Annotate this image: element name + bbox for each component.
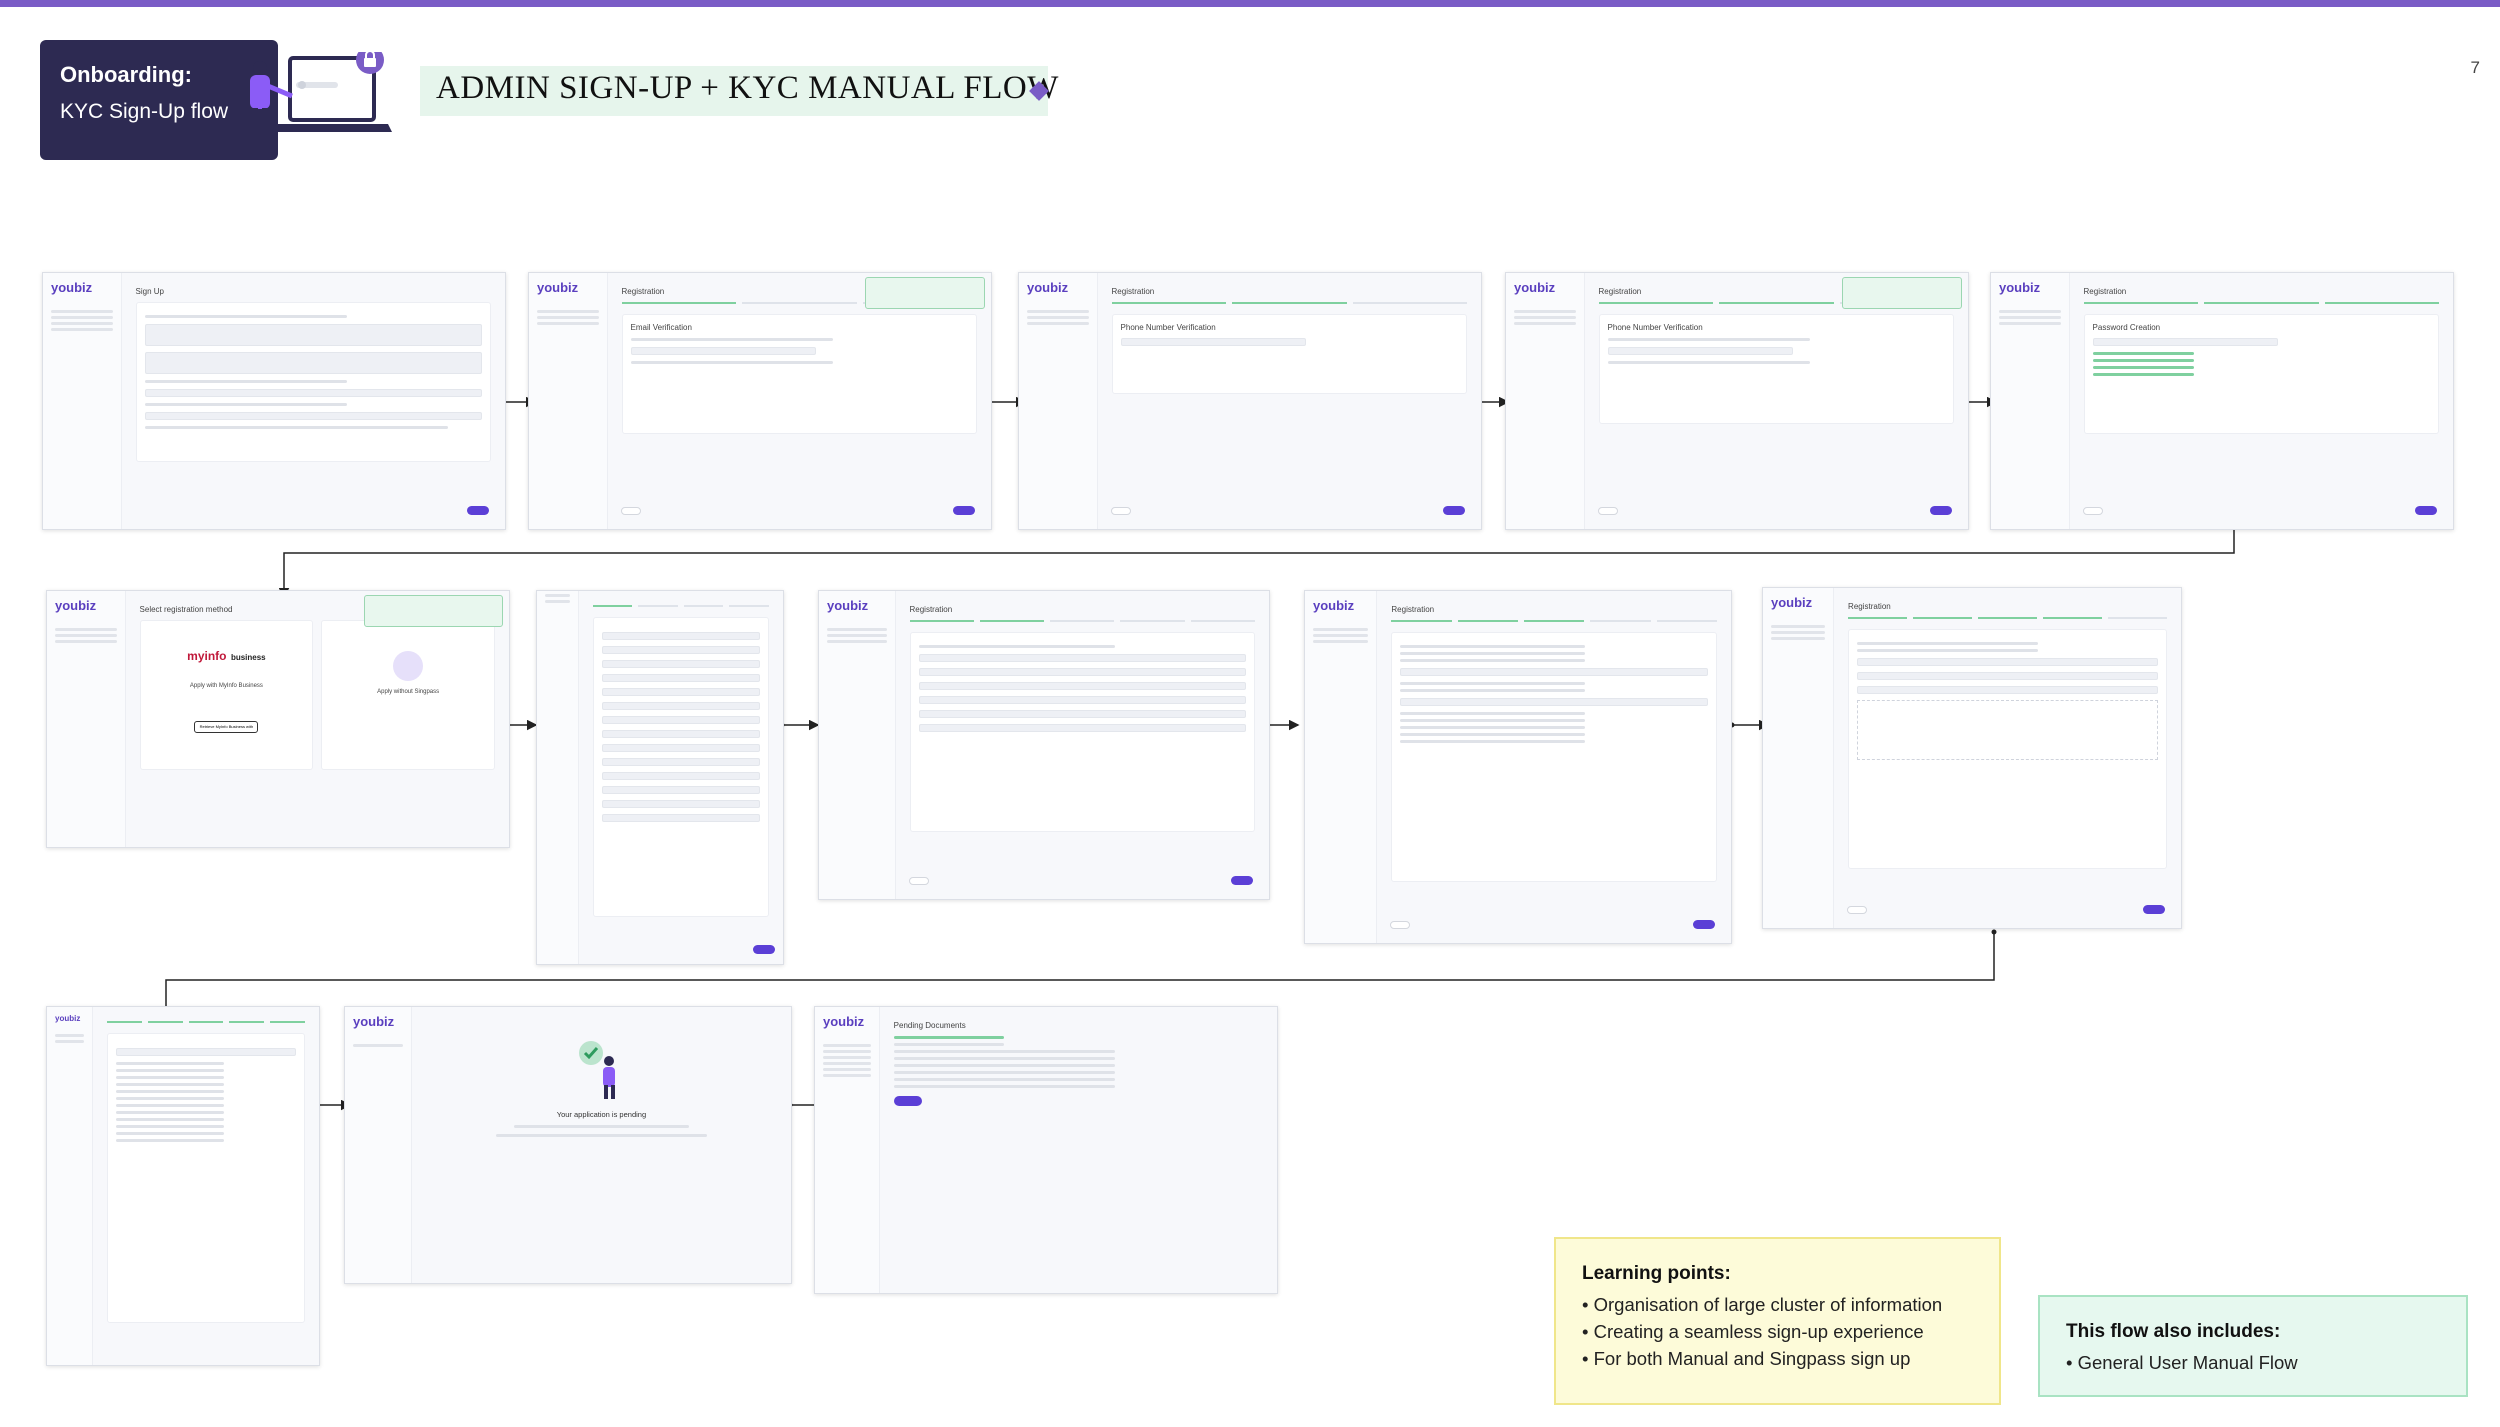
back-button[interactable] [909, 877, 929, 885]
screen-upload-documents[interactable]: youbiz Registration [1762, 587, 2182, 929]
screen-business-details[interactable] [536, 590, 784, 965]
next-button[interactable] [1693, 920, 1715, 929]
back-button[interactable] [2083, 507, 2104, 515]
learning-item: • Creating a seamless sign-up experience [1582, 1321, 1924, 1342]
sign-up-heading: Sign Up [135, 287, 164, 296]
learning-points-note: Learning points: • Organisation of large… [1554, 1237, 2001, 1405]
also-includes-note: This flow also includes: • General User … [2038, 1295, 2468, 1397]
screen-select-method[interactable]: youbiz Select registration method myinfo… [46, 590, 510, 848]
also-item: • General User Manual Flow [2066, 1352, 2298, 1373]
next-button[interactable] [1231, 876, 1253, 885]
learning-item: • Organisation of large cluster of infor… [1582, 1294, 1943, 1315]
pending-title: Your application is pending [556, 1110, 647, 1119]
back-button[interactable] [1111, 507, 1132, 515]
submit-button[interactable] [2143, 905, 2165, 914]
back-button[interactable] [1390, 921, 1411, 929]
singpass-option[interactable]: myinfo business Apply with MyInfo Busine… [139, 620, 314, 770]
next-button[interactable] [753, 945, 775, 954]
screen-kyc-details[interactable]: youbiz Registration [818, 590, 1270, 900]
screen-phone-otp[interactable]: youbiz Registration Phone Number Verific… [1505, 272, 1969, 530]
next-button[interactable] [953, 506, 975, 515]
screen-declaration[interactable]: youbiz Registration [1304, 590, 1732, 944]
screen-application-pending[interactable]: youbiz Your application is pending [344, 1006, 792, 1284]
screen-pending-documents[interactable]: youbiz Pending Documents [814, 1006, 1278, 1294]
next-button[interactable] [1930, 506, 1952, 515]
success-toast [364, 595, 503, 627]
next-button[interactable] [1443, 506, 1465, 515]
screen-email-verification[interactable]: youbiz Registration Email Verification [528, 272, 992, 530]
upload-button[interactable] [893, 1096, 922, 1106]
back-button[interactable] [1846, 906, 1867, 914]
pending-docs-heading: Pending Documents [893, 1021, 966, 1030]
screen-phone-number[interactable]: youbiz Registration Phone Number Verific… [1018, 272, 1482, 530]
success-toast [864, 277, 985, 309]
singpass-button[interactable]: Retrieve MyInfo Business with Singpass [194, 721, 259, 733]
back-button[interactable] [1598, 507, 1619, 515]
learning-item: • For both Manual and Singpass sign up [1582, 1348, 1911, 1369]
manual-option[interactable]: Apply without Singpass [321, 620, 495, 770]
success-toast [1841, 277, 1962, 309]
screen-sign-up[interactable]: youbiz Sign Up [42, 272, 506, 530]
screen-review-summary[interactable]: youbiz [46, 1006, 320, 1366]
next-button[interactable] [467, 506, 489, 515]
back-button[interactable] [621, 507, 642, 515]
screen-password-creation[interactable]: youbiz Registration Password Creation [1990, 272, 2454, 530]
sign-up-button[interactable] [2415, 506, 2437, 515]
pending-illustration-icon [579, 1041, 616, 1099]
